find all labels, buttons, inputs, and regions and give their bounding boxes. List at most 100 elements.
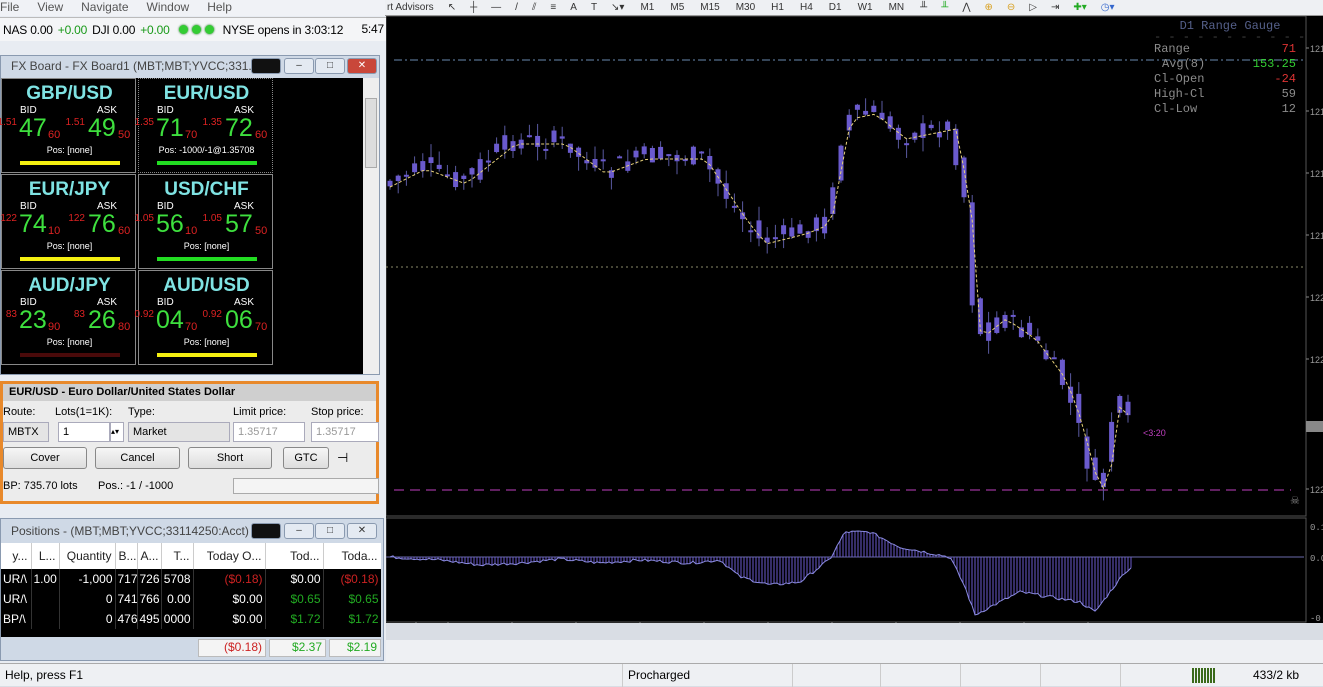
tif-select[interactable]: GTC — [283, 447, 329, 469]
hline-icon[interactable]: — — [489, 2, 503, 13]
close-button[interactable]: ✕ — [347, 58, 377, 74]
candle-body — [1002, 314, 1008, 328]
table-cell: 0000 — [161, 609, 194, 629]
ask-price[interactable]: 06 — [225, 306, 253, 335]
bid-price[interactable]: 56 — [156, 210, 184, 239]
timeframe-m30[interactable]: M30 — [734, 2, 757, 13]
limit-price-input[interactable]: 1.35717 — [233, 422, 305, 442]
column-header[interactable]: Toda... — [323, 543, 381, 569]
table-row[interactable]: UR/\ 1.00 -1,000 717 726 5708 ($0.18) $0.00 ($0.… — [1, 569, 381, 589]
maximize-button[interactable]: □ — [315, 58, 345, 74]
trendline-icon[interactable]: / — [513, 2, 520, 13]
maximize-button[interactable]: □ — [315, 523, 345, 539]
price-chart[interactable]: 121121121121122122122122☠0.100.0-0.1ar 0… — [386, 16, 1323, 623]
lots-input[interactable]: 1 — [58, 422, 110, 442]
cursor-icon[interactable]: ↖ — [446, 2, 458, 13]
cover-button[interactable]: Cover — [3, 447, 87, 469]
bid-price[interactable]: 74 — [19, 210, 47, 239]
column-header[interactable]: A... — [137, 543, 162, 569]
column-header[interactable]: y... — [1, 543, 32, 569]
table-cell: BP/\ — [1, 609, 32, 629]
timeframe-d1[interactable]: D1 — [827, 2, 844, 13]
table-row[interactable]: UR/\ 0 741 766 0.00 $0.00 $0.65 $0.65 — [1, 589, 381, 609]
menu-view[interactable]: View — [37, 0, 63, 16]
fx-tile[interactable]: AUD/USD BID ASK 0.92 04 70 0.92 06 70 Po… — [135, 270, 273, 365]
minimize-button[interactable]: – — [284, 58, 314, 74]
timeframe-m5[interactable]: M5 — [668, 2, 686, 13]
scrollbar[interactable] — [363, 78, 379, 374]
timeframe-w1[interactable]: W1 — [856, 2, 875, 13]
gauge-value: 153.25 — [1252, 57, 1296, 71]
menu-navigate[interactable]: Navigate — [81, 0, 128, 16]
connection-icon — [1192, 668, 1216, 683]
ask-price[interactable]: 57 — [225, 210, 253, 239]
ask-price[interactable]: 26 — [88, 306, 116, 335]
bar-chart-icon[interactable]: ╨ — [918, 2, 929, 13]
column-header[interactable]: Quantity — [59, 543, 116, 569]
fx-tile[interactable]: USD/CHF BID ASK 1.05 56 10 1.05 57 50 Po… — [135, 174, 273, 269]
chart-shift-icon[interactable]: ⇥ — [1049, 2, 1061, 13]
line-chart-icon[interactable]: ⋀ — [960, 2, 972, 13]
ask-price[interactable]: 49 — [88, 114, 116, 143]
bid-price[interactable]: 04 — [156, 306, 184, 335]
timeframe-h1[interactable]: H1 — [769, 2, 786, 13]
expert-advisors-button[interactable]: rt Advisors — [385, 2, 436, 13]
menu-file[interactable]: File — [0, 0, 19, 16]
table-row[interactable]: BP/\ 0 476 495 0000 $0.00 $1.72 $1.72 — [1, 609, 381, 629]
column-header[interactable]: B... — [115, 543, 138, 569]
table-cell: $0.00 — [265, 569, 324, 589]
timeframe-m15[interactable]: M15 — [698, 2, 721, 13]
candle-body — [576, 147, 582, 157]
scrollbar-thumb[interactable] — [365, 98, 377, 168]
bid-price[interactable]: 23 — [19, 306, 47, 335]
fx-tile[interactable]: AUD/JPY BID ASK 83 23 90 83 26 80 Pos: [… — [1, 270, 136, 365]
menu-help[interactable]: Help — [207, 0, 232, 16]
bid-price[interactable]: 47 — [19, 114, 47, 143]
text-icon[interactable]: A — [568, 2, 579, 13]
ask-price[interactable]: 76 — [88, 210, 116, 239]
channel-icon[interactable]: ⫽ — [530, 2, 538, 13]
type-select[interactable]: Market — [128, 422, 230, 442]
cancel-button[interactable]: Cancel — [95, 447, 180, 469]
candle-body — [1059, 359, 1065, 386]
autoscroll-icon[interactable]: ▷ — [1027, 2, 1039, 13]
periods-icon[interactable]: ◷▾ — [1099, 2, 1117, 13]
bar-timer: <3:20 — [1143, 428, 1166, 438]
column-header[interactable]: Today O... — [193, 543, 266, 569]
close-button[interactable]: ✕ — [347, 523, 377, 539]
shapes-icon[interactable]: ↘▾ — [609, 2, 626, 13]
order-panel: EUR/USD - Euro Dollar/United States Doll… — [0, 381, 379, 504]
route-select[interactable]: MBTX — [3, 422, 49, 442]
stop-price-input[interactable]: 1.35717 — [311, 422, 379, 442]
column-header[interactable]: L... — [31, 543, 60, 569]
zoom-in-icon[interactable]: ⊕ — [983, 2, 995, 13]
minimize-button[interactable]: – — [284, 523, 314, 539]
candle-chart-icon[interactable]: ╨ — [939, 2, 950, 13]
timeframe-m1[interactable]: M1 — [638, 2, 656, 13]
total-today: $2.19 — [329, 639, 381, 657]
fibo-icon[interactable]: ≡ — [548, 2, 558, 13]
timeframe-mn[interactable]: MN — [887, 2, 907, 13]
bid-price[interactable]: 71 — [156, 114, 184, 143]
menu-window[interactable]: Window — [147, 0, 190, 16]
fx-tile[interactable]: EUR/JPY BID ASK 122 74 10 122 76 60 Pos:… — [0, 174, 136, 269]
short-button[interactable]: Short — [188, 447, 272, 469]
indicators-icon[interactable]: ✚▾ — [1071, 2, 1088, 13]
lots-stepper[interactable]: ▴▾ — [110, 422, 124, 442]
column-header[interactable]: T... — [161, 543, 194, 569]
status-cell — [1040, 664, 1120, 687]
timeframe-h4[interactable]: H4 — [798, 2, 815, 13]
crosshair-icon[interactable]: ┼ — [468, 2, 479, 13]
layout-icon[interactable] — [251, 58, 281, 74]
fx-tile[interactable]: EUR/USD BID ASK 1.35 71 70 1.35 72 60 Po… — [135, 78, 273, 173]
fx-tile[interactable]: GBP/USD BID ASK 1.51 47 60 1.51 49 50 Po… — [0, 78, 136, 173]
candle-body — [748, 230, 754, 233]
layout-icon[interactable] — [251, 523, 281, 539]
zoom-out-icon[interactable]: ⊖ — [1005, 2, 1017, 13]
label-icon[interactable]: T — [589, 2, 599, 13]
table-cell: 1.00 — [31, 569, 60, 589]
column-header[interactable]: Tod... — [265, 543, 324, 569]
pin-icon[interactable]: ⊣ — [337, 450, 348, 466]
ask-price[interactable]: 72 — [225, 114, 253, 143]
table-cell: 717 — [115, 569, 138, 589]
